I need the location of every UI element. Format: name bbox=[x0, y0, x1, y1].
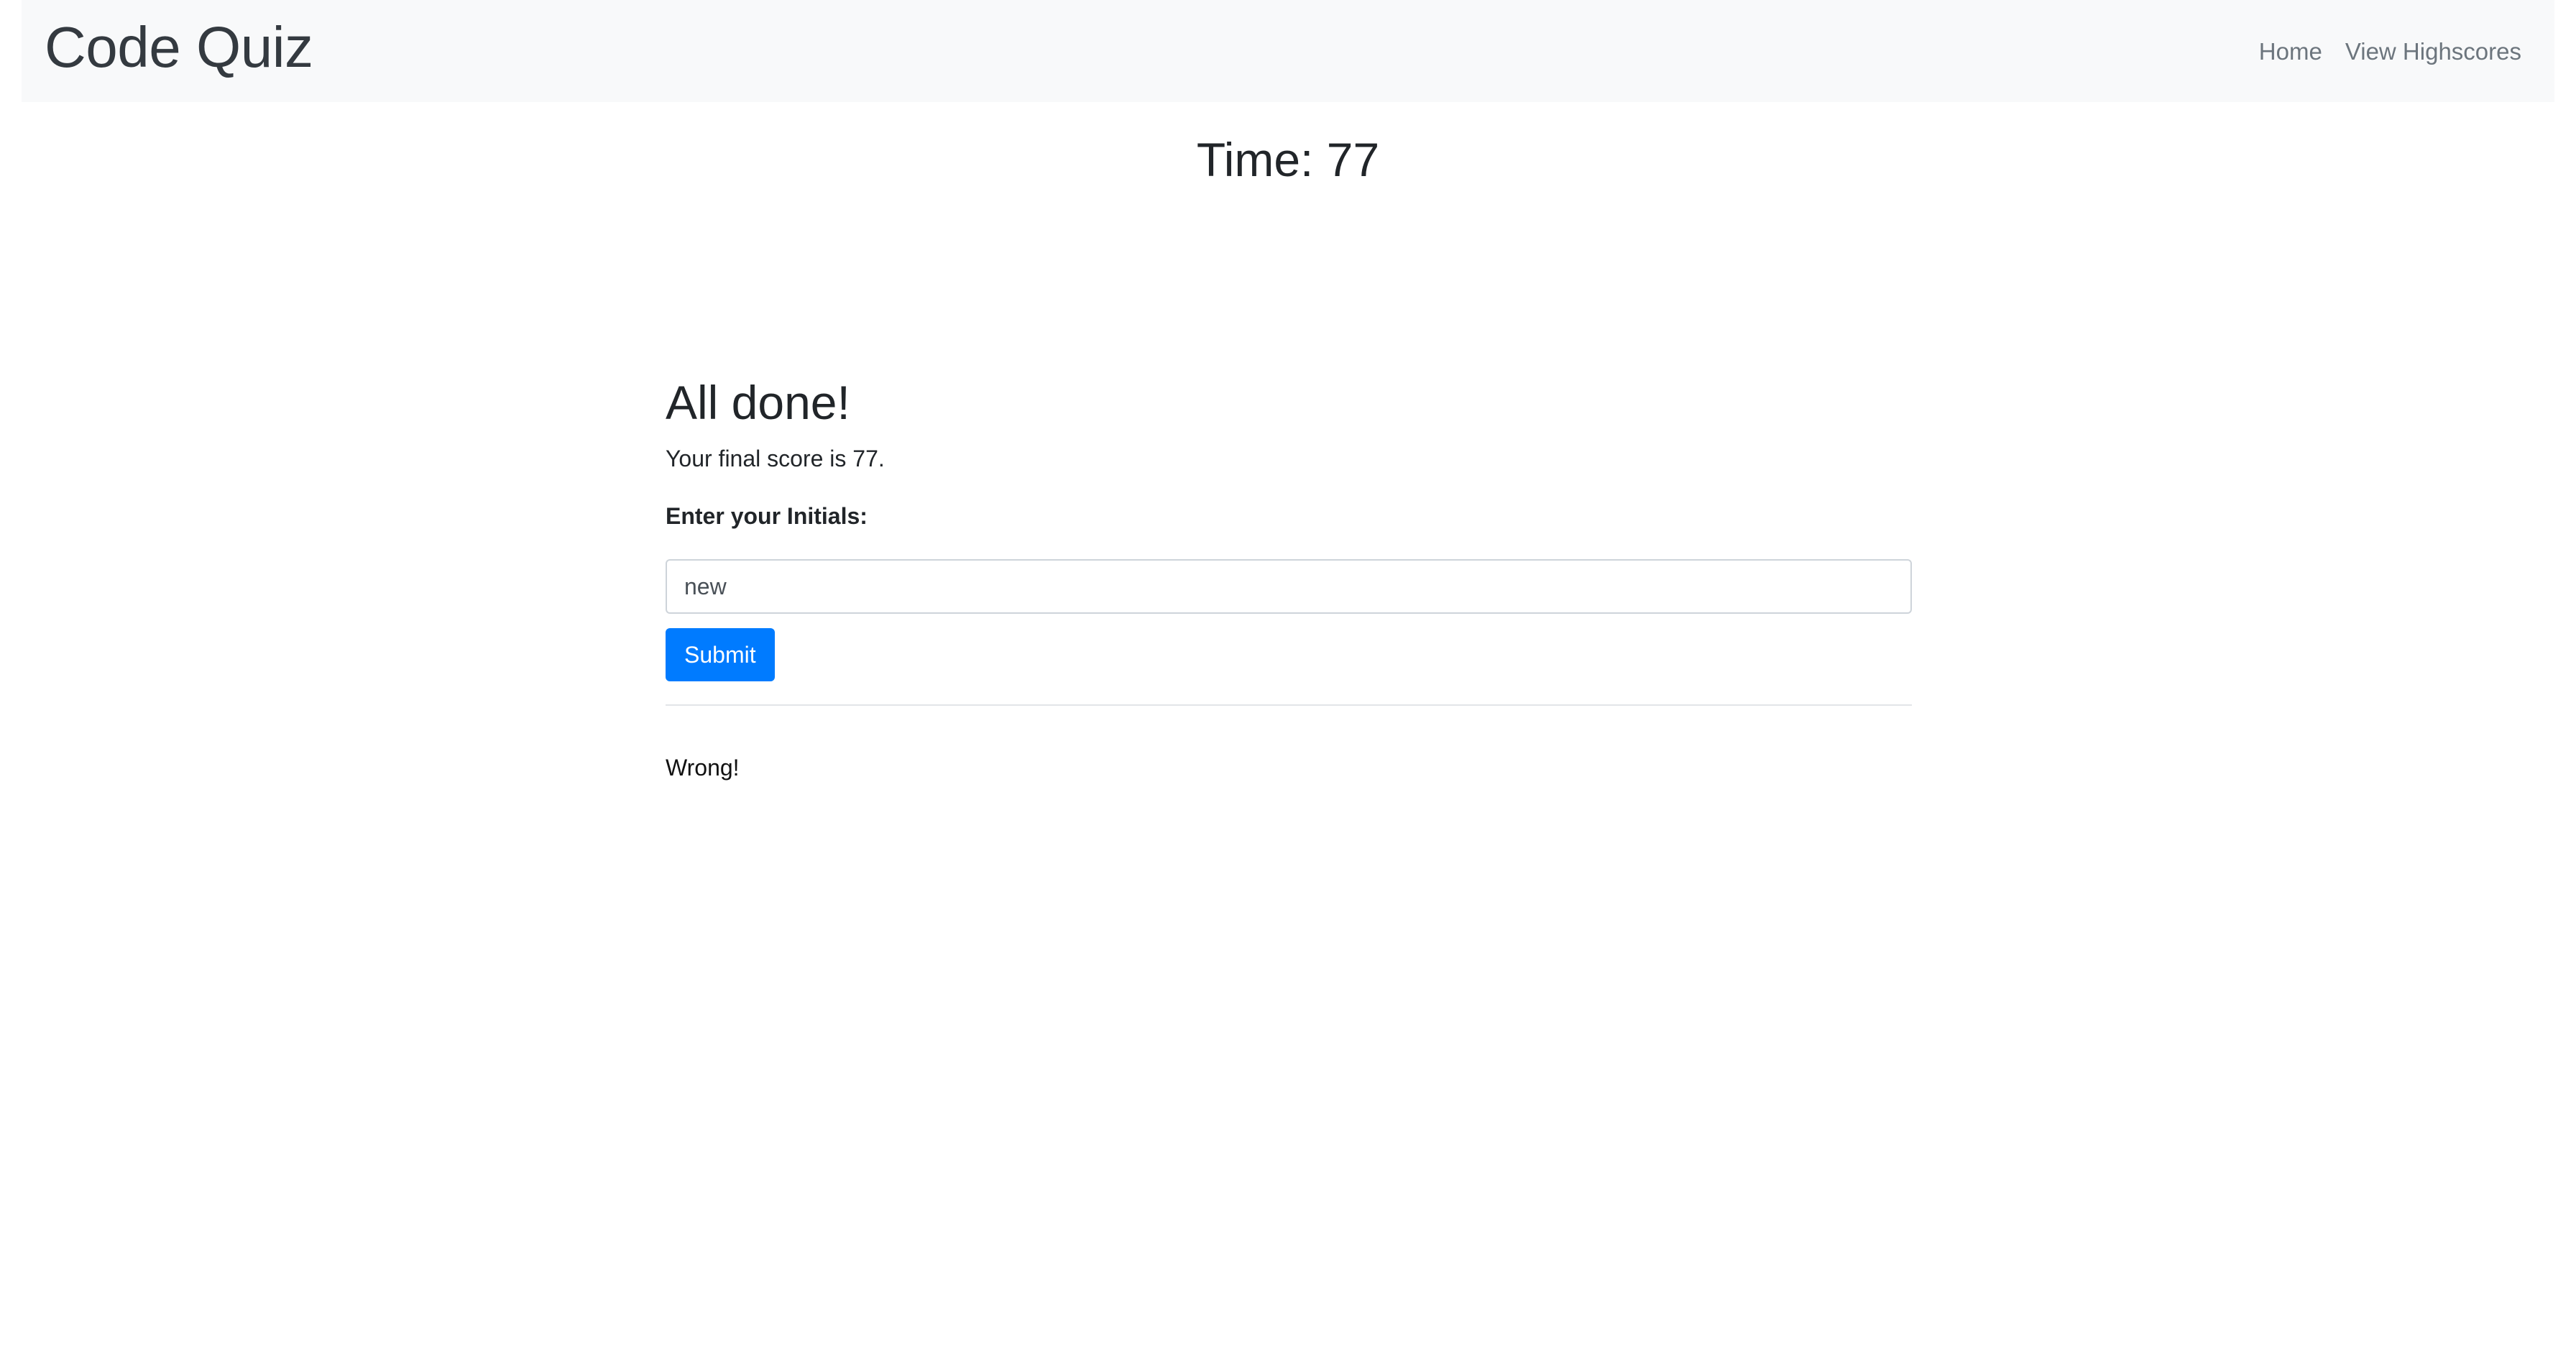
nav-link-home[interactable]: Home bbox=[2259, 36, 2322, 68]
answer-feedback: Wrong! bbox=[666, 755, 740, 781]
navbar: Code Quiz Home View Highscores bbox=[22, 0, 2554, 102]
divider bbox=[666, 704, 1912, 706]
nav-links: Home View Highscores bbox=[2259, 36, 2521, 68]
initials-label: Enter your Initials: bbox=[666, 503, 868, 529]
submit-button[interactable]: Submit bbox=[666, 628, 775, 681]
results-panel: All done! Your final score is 77. Enter … bbox=[666, 371, 1912, 783]
final-score-text: Your final score is 77. bbox=[666, 446, 885, 471]
results-heading: All done! bbox=[666, 376, 850, 429]
nav-link-view-highscores[interactable]: View Highscores bbox=[2345, 36, 2521, 68]
initials-input[interactable] bbox=[666, 559, 1912, 614]
timer-display: Time: 77 bbox=[1196, 133, 1380, 186]
brand-title[interactable]: Code Quiz bbox=[45, 13, 313, 82]
